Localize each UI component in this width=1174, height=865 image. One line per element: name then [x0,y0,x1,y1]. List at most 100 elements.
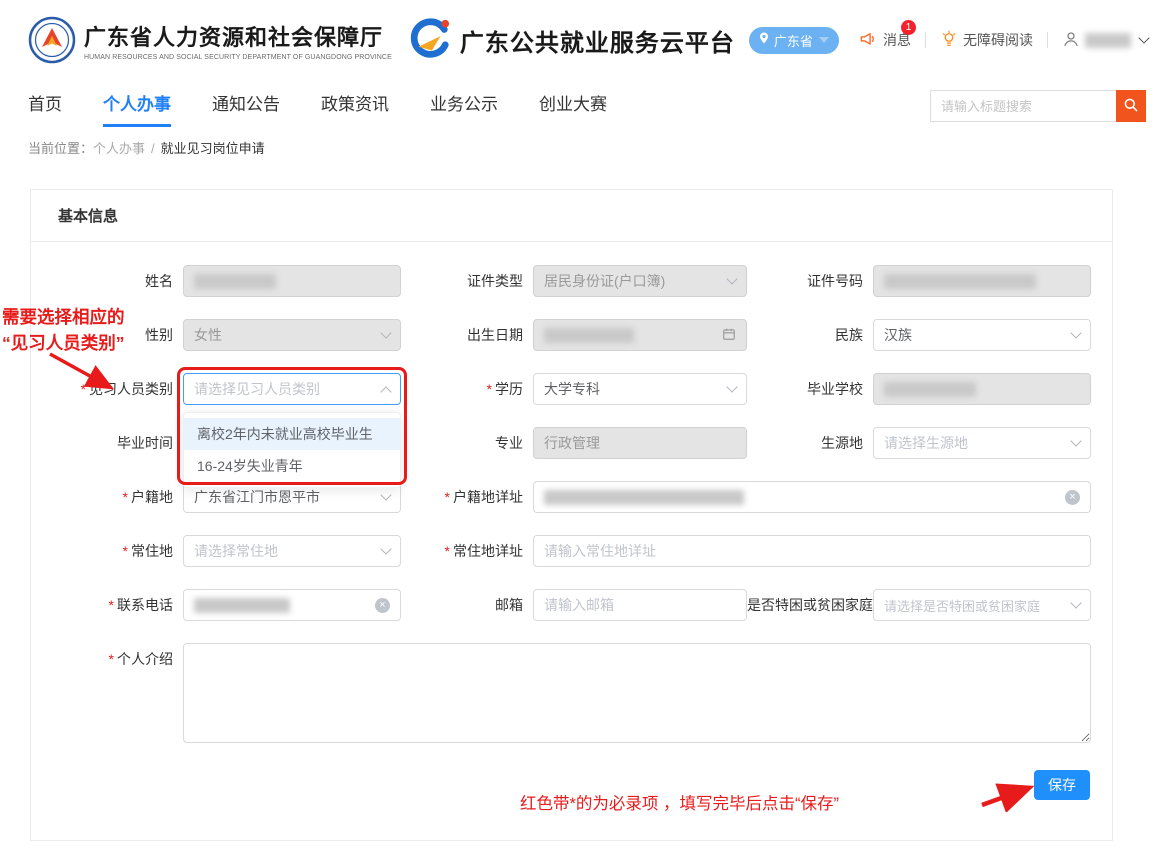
major-value: 行政管理 [544,433,600,453]
residence-placeholder: 请选择常住地 [194,541,278,561]
breadcrumb-separator: / [151,141,155,156]
education-value: 大学专科 [544,379,600,399]
breadcrumb-parent[interactable]: 个人办事 [93,141,145,156]
form-row: *见习人员类别 请选择见习人员类别 离校2年内未就业高校毕业生 16-24岁失业… [31,373,1112,405]
id-type-value: 居民身份证(户口簿) [544,271,665,291]
clear-icon[interactable]: × [375,598,390,613]
email-input[interactable]: 请输入邮箱 [533,589,747,621]
chevron-down-icon [819,37,829,43]
hukou-value: 广东省江门市恩平市 [194,487,320,507]
chevron-down-icon [1070,327,1081,338]
dropdown-option-unemployed-youth[interactable]: 16-24岁失业青年 [184,450,400,482]
id-type-label: 证件类型 [401,265,533,297]
education-select[interactable]: 大学专科 [533,373,747,405]
lightbulb-icon [940,30,958,51]
section-title: 基本信息 [31,190,1112,242]
name-input [183,265,401,297]
gender-select: 女性 [183,319,401,351]
annotation-top-line1: 需要选择相应的 [2,304,125,330]
user-icon [1062,30,1080,51]
required-mark: * [109,597,114,613]
intro-textarea[interactable] [183,643,1091,743]
origin-placeholder: 请选择生源地 [884,433,968,453]
required-mark: * [487,381,492,397]
region-selector[interactable]: 广东省 [749,27,839,54]
form-row: *常住地 请选择常住地 *常住地详址 请输入常住地详址 [31,535,1112,567]
nav-tabs: 首页 个人办事 通知公告 政策资讯 业务公示 创业大赛 [28,90,607,127]
clear-icon[interactable]: × [1065,490,1080,505]
trainee-type-dropdown: 离校2年内未就业高校毕业生 16-24岁失业青年 [183,412,401,488]
required-mark: * [445,543,450,559]
tab-home[interactable]: 首页 [28,90,62,127]
intro-label: *个人介绍 [31,643,183,675]
breadcrumb-prefix: 当前位置： [28,141,93,156]
user-name-masked [1085,33,1131,48]
tab-business-publicity[interactable]: 业务公示 [430,90,498,127]
trainee-type-cell: 请选择见习人员类别 离校2年内未就业高校毕业生 16-24岁失业青年 [183,373,401,405]
required-mark: * [109,651,114,667]
trainee-type-label: *见习人员类别 [31,373,183,405]
tab-personal-services[interactable]: 个人办事 [103,90,171,127]
poverty-select[interactable]: 请选择是否特困或贫困家庭 [873,589,1091,621]
chevron-down-icon [380,327,391,338]
form-row: *联系电话 × 邮箱 请输入邮箱 是否特困或贫困家庭 请选择是否特困或贫困家庭 [31,589,1112,621]
birth-date-label: 出生日期 [401,319,533,351]
required-mark: * [81,381,86,397]
save-button[interactable]: 保存 [1034,770,1090,800]
birth-date-input [533,319,747,351]
id-type-select: 居民身份证(户口簿) [533,265,747,297]
ethnicity-value: 汉族 [884,325,912,345]
region-label: 广东省 [774,31,813,50]
masked-value [544,328,634,343]
messages-button[interactable]: 消息 1 [859,29,911,51]
masked-value [884,274,1036,289]
accessibility-button[interactable]: 无障碍阅读 [940,30,1033,51]
required-mark: * [123,489,128,505]
form-row: *个人介绍 [31,643,1112,743]
ethnicity-label: 民族 [747,319,873,351]
major-label: 专业 [401,427,533,459]
tab-policy-news[interactable]: 政策资讯 [321,90,389,127]
residence-select[interactable]: 请选择常住地 [183,535,401,567]
platform-title: 广东公共就业服务云平台 [460,23,735,58]
platform-logo [406,17,452,63]
ethnicity-select[interactable]: 汉族 [873,319,1091,351]
calendar-icon [722,327,736,344]
annotation-bottom-text: 红色带*的为必录项 ，填写完毕后点击“保存” [520,790,839,814]
dropdown-option-graduate[interactable]: 离校2年内未就业高校毕业生 [184,418,400,450]
chevron-up-icon [380,386,391,397]
user-menu[interactable] [1062,30,1148,51]
required-mark: * [123,543,128,559]
education-label: *学历 [401,373,533,405]
residence-addr-input[interactable]: 请输入常住地详址 [533,535,1091,567]
accessibility-label: 无障碍阅读 [963,30,1033,50]
chevron-down-icon [380,543,391,554]
poverty-placeholder: 请选择是否特困或贫困家庭 [884,596,1040,615]
breadcrumb-current: 就业见习岗位申请 [161,141,265,156]
id-number-label: 证件号码 [747,265,873,297]
annotation-top-line2: “见习人员类别” [2,330,125,356]
tab-entrepreneurship-contest[interactable]: 创业大赛 [539,90,607,127]
hukou-addr-input[interactable]: × [533,481,1091,513]
phone-input[interactable]: × [183,589,401,621]
origin-select[interactable]: 请选择生源地 [873,427,1091,459]
search-input[interactable] [930,90,1116,122]
tab-notices[interactable]: 通知公告 [212,90,280,127]
dept-title: 广东省人力资源和社会保障厅 [84,20,392,52]
gender-value: 女性 [194,325,222,345]
email-label: 邮箱 [401,589,533,621]
divider [1047,32,1048,48]
trainee-type-placeholder: 请选择见习人员类别 [194,379,320,399]
header-right: 消息 1 无障碍阅读 [859,29,1148,51]
hukou-label: *户籍地 [31,481,183,513]
masked-value [884,382,976,397]
messages-badge: 1 [901,20,916,35]
trainee-type-select[interactable]: 请选择见习人员类别 [183,373,401,405]
search-button[interactable] [1116,90,1146,122]
chevron-down-icon [1070,597,1081,608]
chevron-down-icon [1138,32,1149,43]
chevron-down-icon [726,273,737,284]
basic-info-form: 姓名 证件类型 居民身份证(户口簿) 证件号码 性别 女性 出生日期 民族 汉族 [31,242,1112,840]
dept-title-block: 广东省人力资源和社会保障厅 HUMAN RESOURCES AND SOCIAL… [84,20,392,61]
chevron-down-icon [726,381,737,392]
